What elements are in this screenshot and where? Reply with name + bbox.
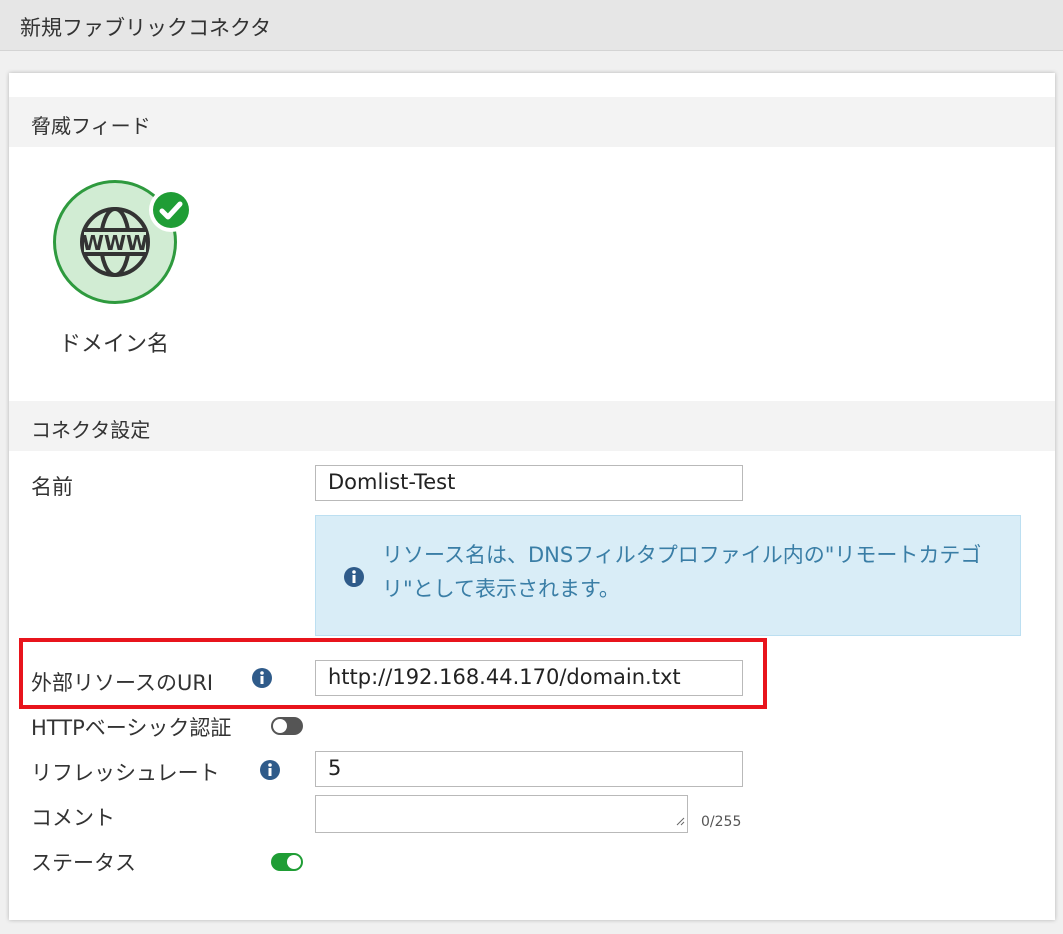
- uri-label: 外部リソースのURI: [31, 671, 214, 695]
- comment-char-counter: 0/255: [701, 814, 742, 830]
- title-bar: 新規ファブリックコネクタ: [0, 0, 1063, 51]
- connector-settings-title: コネクタ設定: [31, 418, 151, 442]
- comment-textarea[interactable]: [315, 795, 688, 833]
- name-label: 名前: [31, 475, 73, 499]
- status-label: ステータス: [31, 851, 136, 875]
- refresh-rate-label: リフレッシュレート: [31, 761, 220, 785]
- status-toggle[interactable]: [271, 853, 303, 871]
- threat-feed-header: 脅威フィード: [9, 97, 1055, 147]
- resize-grip-icon[interactable]: [675, 811, 685, 830]
- domain-feed-tile[interactable]: WWW: [53, 180, 193, 310]
- http-basic-auth-toggle[interactable]: [271, 717, 303, 735]
- info-message-text: リソース名は、DNSフィルタプロファイル内の"リモートカテゴリ"として表示されま…: [382, 543, 982, 601]
- check-icon: [149, 188, 193, 232]
- svg-text:WWW: WWW: [82, 231, 148, 255]
- refresh-rate-input[interactable]: 5: [315, 751, 743, 787]
- info-message-box: リソース名は、DNSフィルタプロファイル内の"リモートカテゴリ"として表示されま…: [315, 515, 1021, 636]
- name-input[interactable]: Domlist-Test: [315, 465, 743, 501]
- connector-settings-header: コネクタ設定: [9, 401, 1055, 451]
- uri-info-icon[interactable]: [251, 667, 273, 693]
- domain-feed-label: ドメイン名: [59, 332, 170, 357]
- connector-panel: 脅威フィード WWW ドメイン名 コネクタ設定 名前 Domlist-Test …: [9, 73, 1055, 920]
- refresh-rate-info-icon[interactable]: [259, 759, 281, 785]
- window-title: 新規ファブリックコネクタ: [20, 16, 272, 40]
- comment-label: コメント: [31, 806, 115, 830]
- threat-feed-title: 脅威フィード: [31, 114, 151, 138]
- uri-input[interactable]: http://192.168.44.170/domain.txt: [315, 660, 743, 696]
- http-basic-auth-label: HTTPベーシック認証: [31, 716, 232, 740]
- info-icon: [343, 566, 365, 592]
